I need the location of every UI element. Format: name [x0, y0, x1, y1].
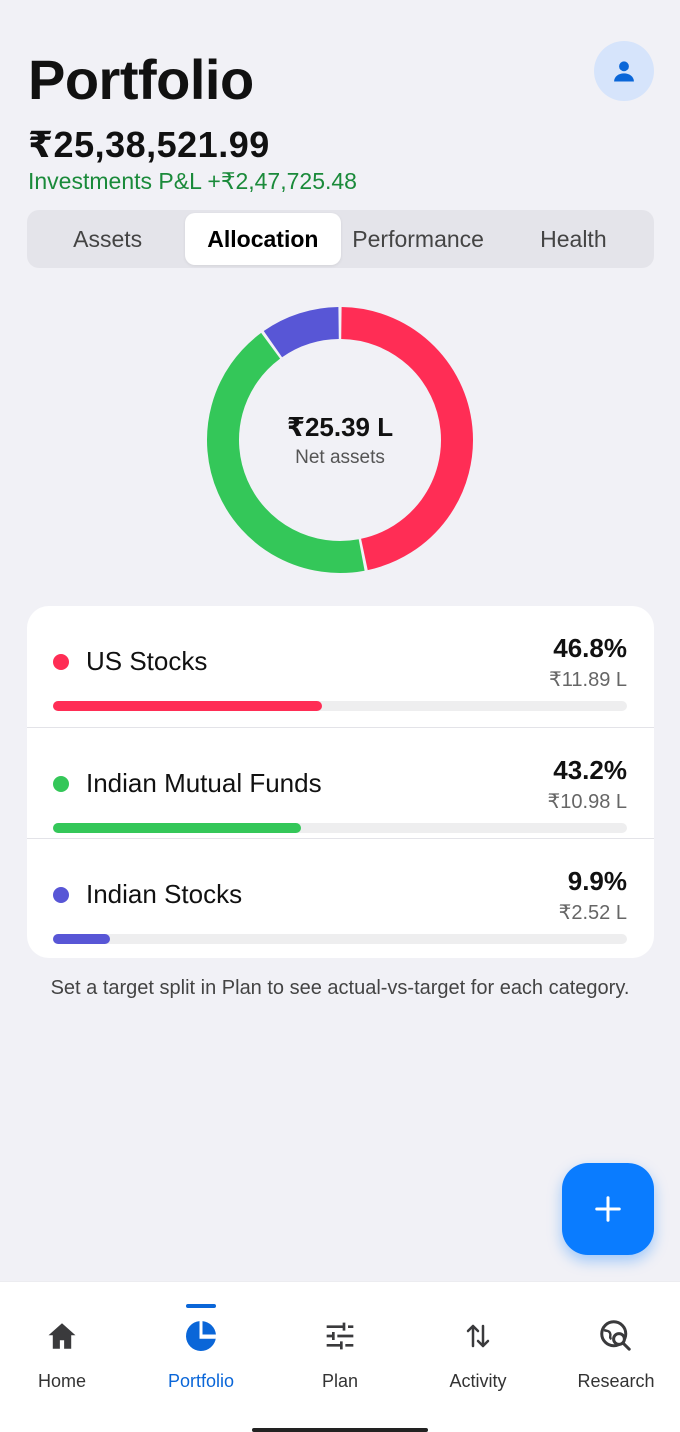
category-percent: 46.8%	[553, 633, 627, 663]
category-name: Indian Mutual Funds	[86, 768, 322, 798]
investments-pnl: Investments P&L +₹2,47,725.48	[28, 168, 357, 194]
tab-allocation[interactable]: Allocation	[185, 213, 341, 265]
category-amount: ₹10.98 L	[547, 791, 627, 813]
category-amount: ₹11.89 L	[549, 669, 627, 691]
portfolio-total-value: ₹25,38,521.99	[28, 124, 270, 165]
category-dot	[53, 654, 69, 670]
net-assets-value: ₹25.39 L	[286, 411, 394, 442]
category-percent: 43.2%	[553, 755, 627, 785]
nav-plan[interactable]: Plan	[272, 1282, 408, 1422]
target-split-hint: Set a target split in Plan to see actual…	[50, 977, 630, 999]
bottom-navigation: Home Portfolio Plan Activity Research	[0, 1281, 680, 1432]
nav-label: Plan	[321, 1371, 359, 1391]
progress-fill	[53, 823, 301, 833]
allocation-row-us-stocks[interactable]: US Stocks 46.8% ₹11.89 L	[27, 606, 654, 717]
nav-research[interactable]: Research	[548, 1282, 680, 1422]
person-icon	[614, 61, 634, 82]
tab-performance[interactable]: Performance	[341, 213, 496, 265]
nav-label: Portfolio	[167, 1371, 235, 1391]
nav-home[interactable]: Home	[0, 1282, 130, 1422]
progress-fill	[53, 934, 110, 944]
swap-vertical-icon	[460, 1318, 496, 1354]
plus-icon	[595, 1196, 621, 1222]
search-globe-icon	[598, 1318, 634, 1354]
home-indicator-bar	[252, 1428, 428, 1432]
category-name: US Stocks	[86, 646, 208, 676]
tab-assets[interactable]: Assets	[30, 213, 185, 265]
profile-button[interactable]	[594, 41, 654, 101]
progress-track	[53, 934, 627, 944]
progress-track	[53, 823, 627, 833]
nav-label: Research	[577, 1371, 655, 1391]
header: Portfolio	[28, 48, 652, 112]
tab-health[interactable]: Health	[496, 213, 651, 265]
portfolio-view-tabs: Assets Allocation Performance Health	[27, 210, 654, 268]
home-icon	[44, 1318, 80, 1354]
progress-fill	[53, 701, 322, 711]
category-dot	[53, 776, 69, 792]
nav-activity[interactable]: Activity	[410, 1282, 546, 1422]
category-percent: 9.9%	[567, 866, 627, 896]
allocation-donut-chart: ₹25.39 L Net assets	[206, 306, 474, 574]
category-amount: ₹2.52 L	[558, 902, 627, 924]
sliders-icon	[322, 1318, 358, 1354]
net-assets-label: Net assets	[295, 446, 385, 468]
allocation-card: US Stocks 46.8% ₹11.89 L Indian Mutual F…	[27, 606, 654, 958]
category-dot	[53, 887, 69, 903]
nav-label: Home	[37, 1371, 86, 1391]
page-title: Portfolio	[28, 48, 254, 111]
pie-chart-icon	[183, 1318, 219, 1354]
nav-label: Activity	[449, 1371, 507, 1391]
nav-portfolio[interactable]: Portfolio	[133, 1282, 269, 1422]
progress-track	[53, 701, 627, 711]
allocation-row-indian-mutual-funds[interactable]: Indian Mutual Funds 43.2% ₹10.98 L	[27, 727, 654, 838]
donut-center: ₹25.39 L Net assets	[206, 306, 474, 574]
allocation-row-indian-stocks[interactable]: Indian Stocks 9.9% ₹2.52 L	[27, 838, 654, 949]
add-button[interactable]	[562, 1163, 654, 1255]
active-tab-indicator	[186, 1304, 216, 1308]
category-name: Indian Stocks	[86, 879, 243, 909]
